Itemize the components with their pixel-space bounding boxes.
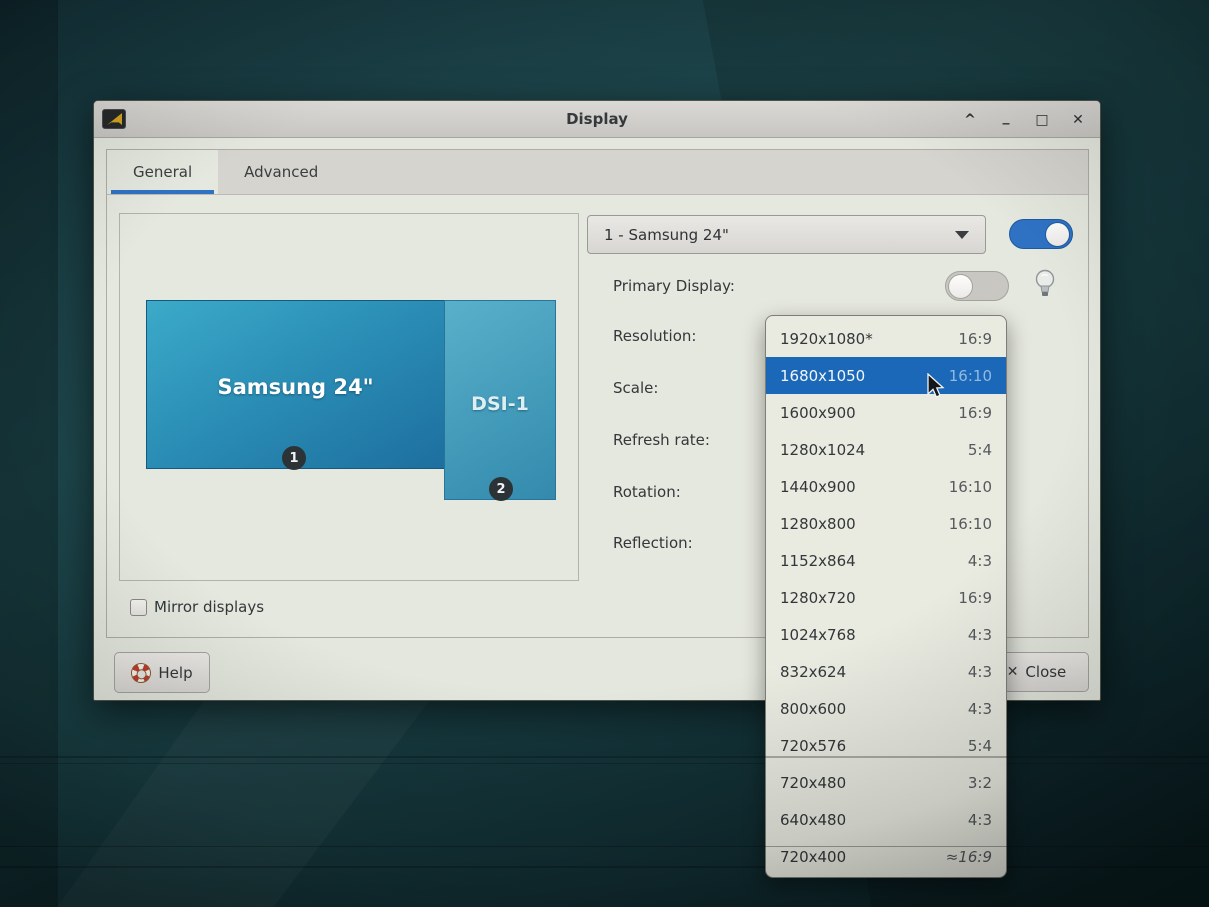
help-button-label: Help [158,664,192,682]
titlebar[interactable]: Display ^ _ □ ✕ [94,101,1100,138]
scale-label: Scale: [613,379,658,397]
monitor-label: Samsung 24" [147,375,444,399]
resolution-dropdown-list: 1920x1080* 16:9 1680x1050 16:10 1600x900… [765,315,1007,878]
display-enabled-toggle[interactable] [1009,219,1073,249]
resolution-option-ratio: 16:9 [958,589,992,607]
resolution-option[interactable]: 800x600 4:3 [766,690,1006,727]
resolution-option-value: 1600x900 [780,404,856,422]
lifebuoy-icon [128,659,154,685]
resolution-option-value: 720x576 [780,737,846,755]
display-selector-value: 1 - Samsung 24" [604,226,729,244]
screen-artifact-line [0,846,1209,847]
toggle-knob [1045,222,1070,247]
resolution-option-value: 832x624 [780,663,846,681]
display-settings-icon [102,109,126,129]
resolution-option[interactable]: 640x480 4:3 [766,801,1006,838]
resolution-option[interactable]: 1440x900 16:10 [766,468,1006,505]
monitor-preview-dsi1[interactable]: DSI-1 2 [444,300,556,500]
resolution-option-ratio: ≈16:9 [946,848,992,866]
primary-display-toggle[interactable] [945,271,1009,301]
resolution-option-value: 1152x864 [780,552,856,570]
resolution-option-ratio: 4:3 [968,663,992,681]
resolution-option[interactable]: 1280x800 16:10 [766,505,1006,542]
resolution-option-ratio: 16:10 [949,515,992,533]
monitor-number-badge: 1 [282,446,306,470]
window-title: Display [94,110,1100,128]
resolution-option-ratio: 4:3 [968,811,992,829]
resolution-option[interactable]: 720x576 5:4 [766,727,1006,764]
resolution-option[interactable]: 720x400 ≈16:9 [766,838,1006,875]
resolution-option[interactable]: 720x480 3:2 [766,764,1006,801]
resolution-option[interactable]: 1152x864 4:3 [766,542,1006,579]
resolution-option-value: 640x480 [780,811,846,829]
resolution-option-ratio: 3:2 [968,774,992,792]
resolution-option-ratio: 4:3 [968,700,992,718]
resolution-option-value: 1680x1050 [780,367,865,385]
resolution-option-ratio: 16:10 [949,478,992,496]
minimize-button[interactable]: _ [998,109,1014,125]
resolution-option-value: 720x400 [780,848,846,866]
screen-artifact-line [0,866,1209,868]
tab-general[interactable]: General [107,150,218,194]
resolution-option-value: 720x480 [780,774,846,792]
resolution-option-ratio: 5:4 [968,737,992,755]
resolution-option[interactable]: 1920x1080* 16:9 [766,320,1006,357]
screen-artifact-line [0,756,1209,758]
lightbulb-icon [1033,268,1057,304]
resolution-option-value: 1920x1080* [780,330,873,348]
resolution-option-value: 1280x720 [780,589,856,607]
display-layout-preview: Samsung 24" 1 DSI-1 2 [119,213,579,581]
resolution-option-value: 1280x1024 [780,441,865,459]
wallpaper-facet [0,0,58,907]
resolution-option-value: 800x600 [780,700,846,718]
help-button[interactable]: Help [114,652,210,693]
close-window-button[interactable]: ✕ [1070,112,1086,128]
close-button-label: Close [1025,663,1066,681]
maximize-button[interactable]: □ [1034,112,1050,128]
resolution-option-value: 1440x900 [780,478,856,496]
resolution-option[interactable]: 1280x720 16:9 [766,579,1006,616]
primary-display-label: Primary Display: [613,277,735,295]
resolution-option[interactable]: 1280x1024 5:4 [766,431,1006,468]
resolution-option[interactable]: 1680x1050 16:10 [766,357,1006,394]
resolution-option-ratio: 16:9 [958,404,992,422]
rotation-label: Rotation: [613,483,681,501]
resolution-option-value: 1280x800 [780,515,856,533]
mirror-displays-label: Mirror displays [154,598,264,616]
monitor-number-badge: 2 [489,477,513,501]
monitor-label: DSI-1 [445,393,555,415]
close-x-icon: ✕ [1007,664,1019,680]
resolution-option[interactable]: 832x624 4:3 [766,653,1006,690]
resolution-option[interactable]: 1600x900 16:9 [766,394,1006,431]
resolution-option[interactable]: 1024x768 4:3 [766,616,1006,653]
resolution-label: Resolution: [613,327,696,345]
resolution-option-ratio: 4:3 [968,626,992,644]
resolution-option-ratio: 16:9 [958,330,992,348]
desktop-background: { "window": { "title": "Display", "contr… [0,0,1209,907]
resolution-option-ratio: 5:4 [968,441,992,459]
shade-window-button[interactable]: ^ [962,112,978,128]
reflection-label: Reflection: [613,534,693,552]
toggle-knob [948,274,973,299]
monitor-preview-samsung[interactable]: Samsung 24" 1 [146,300,445,469]
resolution-option-ratio: 4:3 [968,552,992,570]
resolution-option-value: 1024x768 [780,626,856,644]
resolution-option-ratio: 16:10 [949,367,992,385]
tab-advanced[interactable]: Advanced [218,150,344,194]
chevron-down-icon [955,231,969,239]
tab-strip: General Advanced [107,150,1088,195]
refresh-rate-label: Refresh rate: [613,431,710,449]
display-selector-dropdown[interactable]: 1 - Samsung 24" [587,215,986,254]
mirror-displays-checkbox[interactable] [130,599,147,616]
screen-artifact-line [0,763,1209,764]
